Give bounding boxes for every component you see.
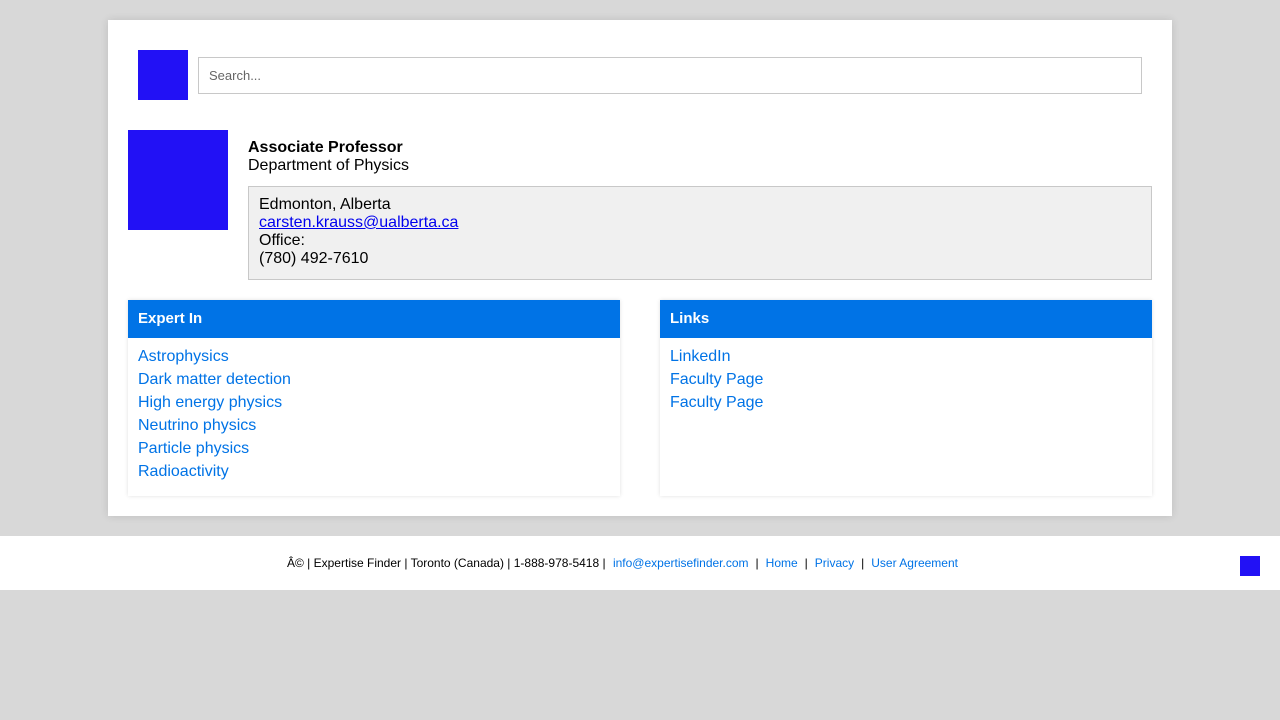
expert-in-heading: Expert In [128, 300, 620, 338]
link-item-linkedin[interactable]: LinkedIn [670, 345, 1142, 368]
expertise-item[interactable]: Radioactivity [138, 460, 610, 483]
office-label: Office: [259, 232, 305, 249]
department: Department of Physics [248, 157, 409, 174]
links-list: LinkedIn Faculty Page Faculty Page [660, 338, 1152, 414]
footer-user-agreement-link[interactable]: User Agreement [871, 556, 958, 570]
contact-box: Edmonton, Alberta carsten.krauss@ualbert… [248, 186, 1152, 280]
profile-card: Associate Professor Department of Physic… [108, 20, 1172, 516]
expertise-item[interactable]: Neutrino physics [138, 414, 610, 437]
location: Edmonton, Alberta [259, 196, 391, 213]
footer-separator: | [804, 556, 808, 570]
link-item-faculty-page[interactable]: Faculty Page [670, 391, 1142, 414]
profile-title-block: Associate Professor Department of Physic… [248, 139, 409, 175]
avatar [128, 130, 228, 230]
expertise-item[interactable]: Particle physics [138, 437, 610, 460]
footer-text: Â© | Expertise Finder | Toronto (Canada)… [287, 556, 606, 570]
phone-number: (780) 492-7610 [259, 250, 369, 267]
expert-in-list: Astrophysics Dark matter detection High … [128, 338, 620, 483]
links-heading: Links [660, 300, 1152, 338]
job-title: Associate Professor [248, 139, 403, 156]
footer-home-link[interactable]: Home [766, 556, 798, 570]
link-item-faculty-page[interactable]: Faculty Page [670, 368, 1142, 391]
footer-separator: | [755, 556, 759, 570]
footer: Â© | Expertise Finder | Toronto (Canada)… [0, 536, 1280, 590]
logo-icon[interactable] [138, 50, 188, 100]
email-link[interactable]: carsten.krauss@ualberta.ca [259, 214, 458, 231]
expert-in-panel: Expert In Astrophysics Dark matter detec… [128, 300, 620, 496]
footer-line: Â© | Expertise Finder | Toronto (Canada)… [287, 556, 958, 570]
expertise-item[interactable]: High energy physics [138, 391, 610, 414]
footer-privacy-link[interactable]: Privacy [815, 556, 854, 570]
footer-email-link[interactable]: info@expertisefinder.com [613, 556, 749, 570]
expertise-item[interactable]: Dark matter detection [138, 368, 610, 391]
expertise-item[interactable]: Astrophysics [138, 345, 610, 368]
footer-separator: | [861, 556, 865, 570]
links-panel: Links LinkedIn Faculty Page Faculty Page [660, 300, 1152, 496]
footer-badge-icon[interactable] [1240, 556, 1260, 576]
search-input[interactable] [198, 57, 1142, 94]
